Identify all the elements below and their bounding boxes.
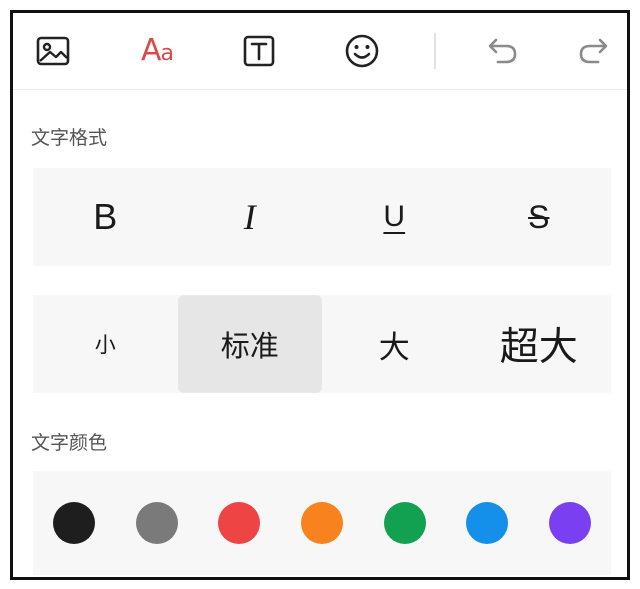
italic-icon: I	[243, 197, 256, 237]
color-swatch-gray[interactable]	[116, 502, 199, 544]
size-small-button[interactable]: 小	[33, 295, 178, 393]
color-swatch-orange[interactable]	[281, 502, 364, 544]
italic-button[interactable]: I	[178, 168, 323, 266]
size-standard-button[interactable]: 标准	[177, 295, 322, 393]
color-dot	[53, 502, 96, 544]
toolbar-divider	[434, 33, 436, 69]
color-dot	[466, 502, 509, 544]
insert-image-button[interactable]	[29, 27, 77, 75]
color-dot	[135, 502, 178, 544]
text-format-label: 文字格式	[31, 127, 108, 149]
text-box-icon	[243, 35, 275, 67]
color-swatch-green[interactable]	[363, 502, 446, 544]
color-dot	[301, 502, 344, 544]
color-swatch-blue[interactable]	[446, 502, 529, 544]
strikethrough-icon: S	[528, 198, 550, 235]
color-swatch-red[interactable]	[198, 502, 281, 544]
size-standard-label: 标准	[220, 329, 279, 363]
emoji-icon	[345, 34, 379, 68]
redo-icon	[579, 38, 608, 64]
size-small-label: 小	[94, 333, 116, 357]
size-large-button[interactable]: 大	[322, 295, 467, 393]
color-swatch-purple[interactable]	[528, 502, 611, 544]
insert-emoji-button[interactable]	[338, 27, 386, 75]
text-color-swatches	[33, 471, 611, 575]
text-format-panel: Aa 文字格式 B I U S 小 标准 大 超大 文字颜色	[10, 10, 630, 580]
text-size-options: 小 标准 大 超大	[33, 295, 611, 393]
text-style-icon: Aa	[140, 33, 174, 68]
color-dot	[548, 502, 591, 544]
size-extra-large-label: 超大	[499, 325, 578, 370]
image-icon	[36, 36, 70, 66]
undo-button[interactable]	[479, 27, 527, 75]
size-large-label: 大	[378, 329, 410, 366]
color-dot	[218, 502, 261, 544]
editor-toolbar: Aa	[13, 13, 627, 90]
underline-icon: U	[383, 200, 406, 233]
underline-button[interactable]: U	[322, 168, 467, 266]
color-swatch-black[interactable]	[33, 502, 116, 544]
strikethrough-button[interactable]: S	[467, 168, 612, 266]
color-dot	[383, 502, 426, 544]
text-style-button[interactable]: Aa	[129, 27, 185, 75]
bold-button[interactable]: B	[33, 168, 178, 266]
redo-button[interactable]	[569, 27, 617, 75]
bold-icon: B	[93, 196, 118, 237]
undo-icon	[488, 38, 517, 64]
insert-text-box-button[interactable]	[235, 27, 283, 75]
text-format-buttons: B I U S	[33, 168, 611, 266]
size-extra-large-button[interactable]: 超大	[467, 295, 612, 393]
text-color-label: 文字颜色	[31, 432, 108, 454]
